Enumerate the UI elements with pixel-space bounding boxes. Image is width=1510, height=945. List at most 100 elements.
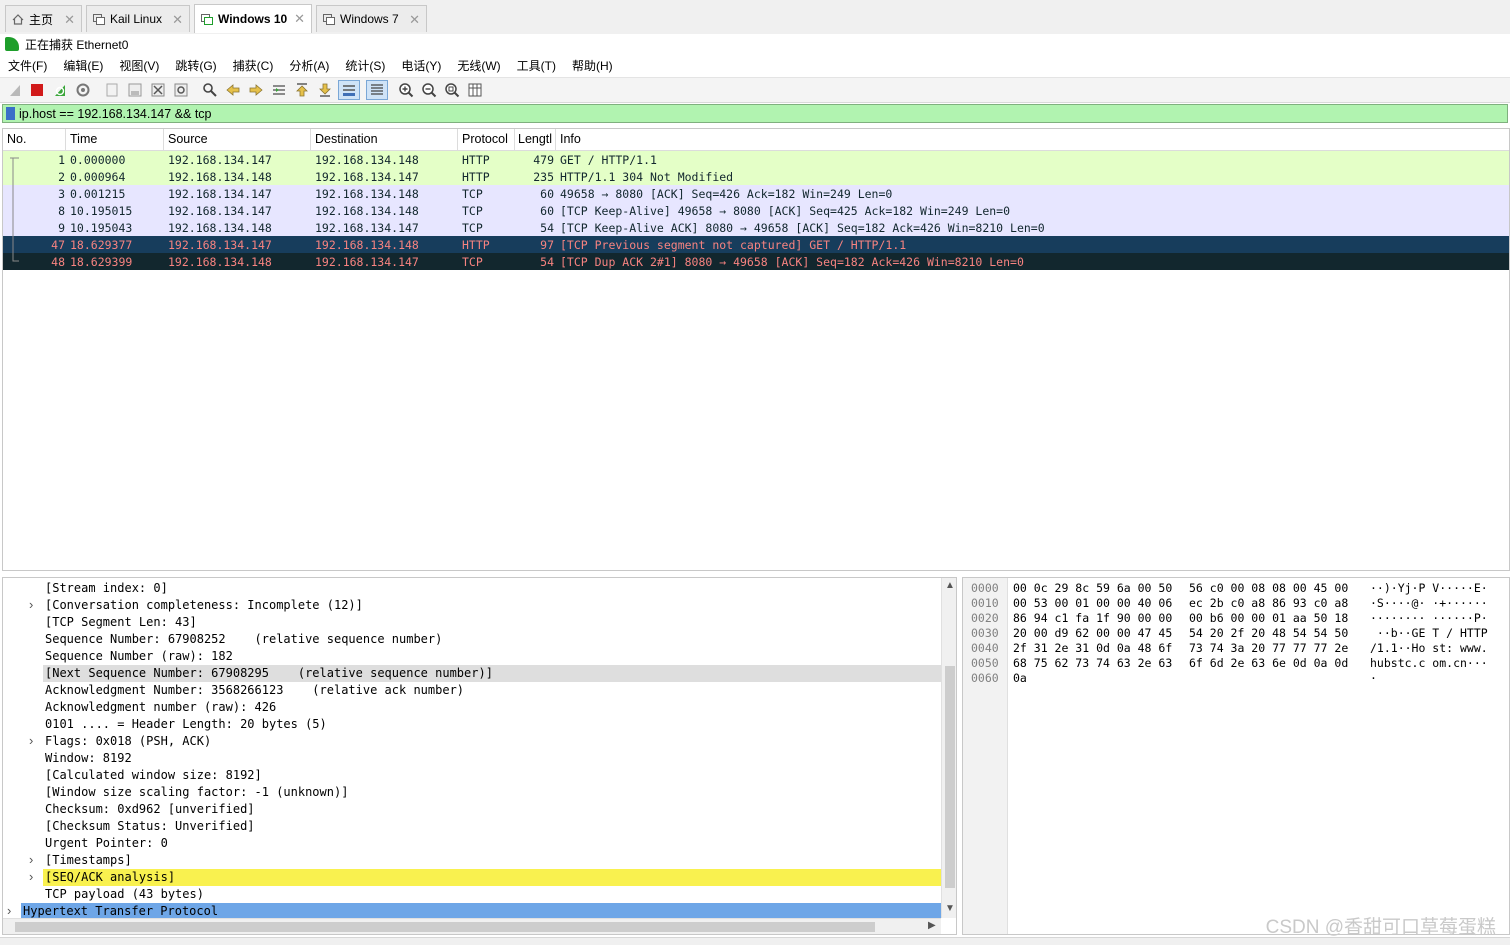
scroll-up-icon[interactable]: ▲ bbox=[945, 580, 955, 591]
detail-tree-item[interactable]: [Checksum Status: Unverified] bbox=[3, 818, 941, 835]
byte-row[interactable]: 0030 20 00 d9 62 00 00 47 45 54 20 2f 20 4… bbox=[963, 626, 1509, 641]
go-back-icon[interactable] bbox=[225, 82, 241, 98]
detail-tree-item[interactable]: Acknowledgment number (raw): 426 bbox=[3, 699, 941, 716]
start-capture-icon[interactable] bbox=[7, 82, 23, 98]
detail-tree-item[interactable]: › [Conversation completeness: Incomplete … bbox=[3, 597, 941, 614]
find-packet-icon[interactable] bbox=[202, 82, 218, 98]
byte-hex-group: 00 b6 00 00 01 aa 50 18 bbox=[1189, 611, 1349, 625]
capture-options-icon[interactable] bbox=[75, 82, 91, 98]
detail-tree-item[interactable]: [TCP Segment Len: 43] bbox=[3, 614, 941, 631]
detail-tree-item[interactable]: › [SEQ/ACK analysis] bbox=[3, 869, 941, 886]
close-icon[interactable]: ✕ bbox=[409, 12, 420, 28]
menu-go[interactable]: 跳转(G) bbox=[167, 57, 224, 74]
go-last-icon[interactable] bbox=[317, 82, 333, 98]
detail-tree-item[interactable]: [Calculated window size: 8192] bbox=[3, 767, 941, 784]
cell-time: 10.195043 bbox=[70, 221, 133, 235]
packet-row[interactable]: 1 0.000000 192.168.134.147 192.168.134.148 H… bbox=[3, 151, 1509, 168]
packet-row[interactable]: 9 10.195043 192.168.134.148 192.168.134.147… bbox=[3, 219, 1509, 236]
autoscroll-icon[interactable] bbox=[338, 80, 360, 100]
close-icon[interactable]: ✕ bbox=[172, 12, 183, 28]
details-vertical-scrollbar[interactable]: ▲ ▼ bbox=[941, 578, 956, 918]
details-horizontal-scrollbar[interactable]: ▶ bbox=[3, 918, 941, 934]
tab-home[interactable]: 主页 ✕ bbox=[5, 5, 82, 32]
menu-capture[interactable]: 捕获(C) bbox=[225, 57, 282, 74]
detail-tree-item[interactable]: Acknowledgment Number: 3568266123 (relat… bbox=[3, 682, 941, 699]
scroll-right-icon[interactable]: ▶ bbox=[928, 920, 936, 931]
reload-file-icon[interactable] bbox=[173, 82, 189, 98]
column-time[interactable]: Time bbox=[70, 132, 97, 146]
colorize-icon[interactable] bbox=[366, 80, 388, 100]
column-source[interactable]: Source bbox=[168, 132, 208, 146]
tab-windows-10[interactable]: Windows 10 ✕ bbox=[194, 4, 312, 33]
column-destination[interactable]: Destination bbox=[315, 132, 378, 146]
filter-input[interactable]: ip.host == 192.168.134.147 && tcp bbox=[19, 107, 212, 121]
scrollbar-thumb[interactable] bbox=[15, 922, 875, 932]
detail-tree-item[interactable]: [Stream index: 0] bbox=[3, 580, 941, 597]
close-icon[interactable]: ✕ bbox=[294, 11, 305, 27]
packet-row[interactable]: 8 10.195015 192.168.134.147 192.168.134.148… bbox=[3, 202, 1509, 219]
tab-label: 主页 bbox=[29, 12, 54, 27]
menu-help[interactable]: 帮助(H) bbox=[564, 57, 621, 74]
save-file-icon[interactable] bbox=[127, 82, 143, 98]
expand-chevron-icon[interactable]: › bbox=[29, 733, 33, 748]
detail-tree-item[interactable]: Checksum: 0xd962 [unverified] bbox=[3, 801, 941, 818]
detail-tree-item[interactable]: Urgent Pointer: 0 bbox=[3, 835, 941, 852]
detail-tree-item[interactable]: › Flags: 0x018 (PSH, ACK) bbox=[3, 733, 941, 750]
display-filter[interactable]: ip.host == 192.168.134.147 && tcp bbox=[2, 104, 1508, 123]
bookmark-icon[interactable] bbox=[6, 107, 15, 120]
zoom-out-icon[interactable] bbox=[421, 82, 437, 98]
detail-text: [Window size scaling factor: -1 (unknown… bbox=[45, 785, 349, 799]
restart-capture-icon[interactable] bbox=[52, 82, 68, 98]
packet-row[interactable]: 3 0.001215 192.168.134.147 192.168.134.148 T… bbox=[3, 185, 1509, 202]
cell-info: [TCP Previous segment not captured] GET … bbox=[560, 238, 907, 252]
detail-tree-item[interactable]: Window: 8192 bbox=[3, 750, 941, 767]
detail-tree-item[interactable]: [Window size scaling factor: -1 (unknown… bbox=[3, 784, 941, 801]
zoom-in-icon[interactable] bbox=[398, 82, 414, 98]
byte-row[interactable]: 0020 86 94 c1 fa 1f 90 00 00 00 b6 00 00 0… bbox=[963, 611, 1509, 626]
tab-kali-linux[interactable]: Kail Linux ✕ bbox=[86, 5, 190, 32]
go-forward-icon[interactable] bbox=[248, 82, 264, 98]
packet-row[interactable]: 47 18.629377 192.168.134.147 192.168.134.14… bbox=[3, 236, 1509, 253]
menu-tools[interactable]: 工具(T) bbox=[509, 57, 564, 74]
menu-wireless[interactable]: 无线(W) bbox=[449, 57, 508, 74]
normal-size-icon[interactable] bbox=[444, 82, 460, 98]
tab-windows-7[interactable]: Windows 7 ✕ bbox=[316, 5, 427, 32]
detail-tree-item[interactable]: Sequence Number (raw): 182 bbox=[3, 648, 941, 665]
menu-edit[interactable]: 编辑(E) bbox=[55, 57, 111, 74]
detail-tree-item[interactable]: 0101 .... = Header Length: 20 bytes (5) bbox=[3, 716, 941, 733]
detail-tree-item[interactable]: TCP payload (43 bytes) bbox=[3, 886, 941, 903]
menu-view[interactable]: 视图(V) bbox=[111, 57, 167, 74]
expand-chevron-icon[interactable]: › bbox=[29, 852, 33, 867]
menu-telephony[interactable]: 电话(Y) bbox=[393, 57, 449, 74]
detail-tree-item[interactable]: Sequence Number: 67908252 (relative sequ… bbox=[3, 631, 941, 648]
close-icon[interactable]: ✕ bbox=[64, 12, 75, 28]
column-no[interactable]: No. bbox=[7, 132, 26, 146]
byte-row[interactable]: 0010 00 53 00 01 00 00 40 06 ec 2b c0 a8 8… bbox=[963, 596, 1509, 611]
expand-chevron-icon[interactable]: › bbox=[7, 903, 11, 918]
resize-columns-icon[interactable] bbox=[467, 82, 483, 98]
close-file-icon[interactable] bbox=[150, 82, 166, 98]
detail-tree-item[interactable]: › [Timestamps] bbox=[3, 852, 941, 869]
column-protocol[interactable]: Protocol bbox=[462, 132, 508, 146]
expand-chevron-icon[interactable]: › bbox=[29, 597, 33, 612]
column-info[interactable]: Info bbox=[560, 132, 581, 146]
scroll-down-icon[interactable]: ▼ bbox=[945, 903, 955, 914]
expand-chevron-icon[interactable]: › bbox=[29, 869, 33, 884]
byte-row[interactable]: 0050 68 75 62 73 74 63 2e 63 6f 6d 2e 63 6… bbox=[963, 656, 1509, 671]
open-file-icon[interactable] bbox=[104, 82, 120, 98]
byte-row[interactable]: 0000 00 0c 29 8c 59 6a 00 50 56 c0 00 08 0… bbox=[963, 581, 1509, 596]
byte-row[interactable]: 0040 2f 31 2e 31 0d 0a 48 6f 73 74 3a 20 7… bbox=[963, 641, 1509, 656]
packet-row[interactable]: 48 18.629399 192.168.134.148 192.168.134.14… bbox=[3, 253, 1509, 270]
go-first-icon[interactable] bbox=[294, 82, 310, 98]
cell-source: 192.168.134.147 bbox=[168, 187, 272, 201]
menu-statistics[interactable]: 统计(S) bbox=[337, 57, 393, 74]
menu-analyze[interactable]: 分析(A) bbox=[281, 57, 337, 74]
stop-capture-icon[interactable] bbox=[29, 82, 45, 98]
column-length[interactable]: Lengtl bbox=[518, 132, 554, 146]
byte-row[interactable]: 0060 0a · bbox=[963, 671, 1509, 686]
detail-tree-item[interactable]: [Next Sequence Number: 67908295 (relativ… bbox=[3, 665, 941, 682]
menu-file[interactable]: 文件(F) bbox=[0, 57, 55, 74]
packet-row[interactable]: 2 0.000964 192.168.134.148 192.168.134.147 H… bbox=[3, 168, 1509, 185]
scrollbar-thumb[interactable] bbox=[945, 666, 955, 888]
go-to-packet-icon[interactable] bbox=[271, 82, 287, 98]
